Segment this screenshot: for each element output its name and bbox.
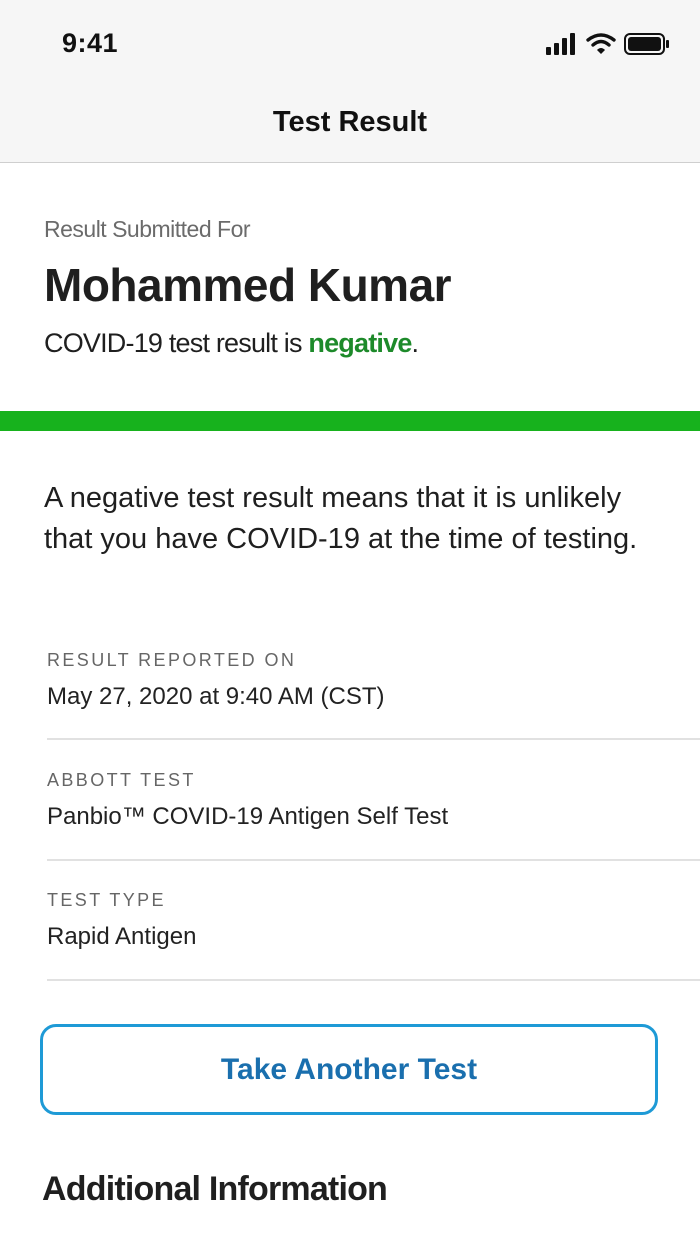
additional-information-heading: Additional Information	[42, 1170, 388, 1208]
page-title: Test Result	[272, 106, 428, 138]
detail-label: TEST TYPE	[47, 890, 166, 910]
detail-abbott-test: ABBOTT TEST Panbio™ COVID-19 Antigen Sel…	[47, 770, 700, 861]
detail-test-type: TEST TYPE Rapid Antigen	[47, 890, 700, 981]
detail-label: RESULT REPORTED ON	[47, 650, 297, 670]
battery-icon	[624, 33, 669, 55]
take-another-test-button[interactable]: Take Another Test	[40, 1024, 658, 1115]
status-icons	[546, 32, 670, 56]
status-time: 9:41	[62, 28, 119, 58]
cellular-signal-icon	[546, 33, 575, 55]
detail-value: May 27, 2020 at 9:40 AM (CST)	[47, 683, 385, 710]
detail-value: Rapid Antigen	[47, 923, 197, 950]
detail-result-reported: RESULT REPORTED ON May 27, 2020 at 9:40 …	[47, 650, 700, 740]
patient-name: Mohammed Kumar	[44, 259, 452, 311]
result-submitted-label: Result Submitted For	[44, 216, 251, 242]
result-value: negative	[308, 328, 412, 358]
status-bar: 9:41	[0, 0, 700, 88]
result-status-bar	[0, 411, 700, 431]
result-summary-prefix: COVID-19 test result is	[44, 328, 309, 358]
nav-bar: Test Result	[0, 88, 700, 163]
result-summary-suffix: .	[411, 328, 419, 358]
result-summary: COVID-19 test result is negative.	[44, 328, 419, 359]
result-explanation: A negative test result means that it is …	[44, 482, 638, 555]
wifi-icon	[586, 33, 616, 54]
detail-value: Panbio™ COVID-19 Antigen Self Test	[47, 803, 449, 830]
detail-label: ABBOTT TEST	[47, 770, 196, 790]
